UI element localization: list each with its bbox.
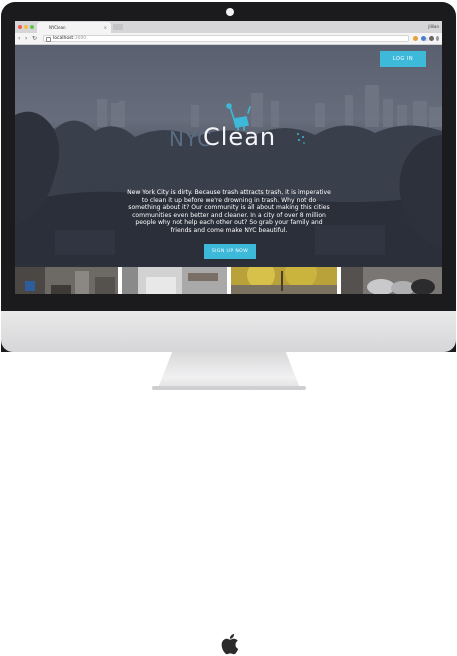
- url-port: :3000: [73, 36, 87, 41]
- forward-icon[interactable]: ›: [25, 35, 27, 42]
- close-window-icon[interactable]: [18, 25, 22, 29]
- trash-bags-photo[interactable]: [341, 267, 442, 294]
- browser-toolbar: ‹ › ↻ localhost:3000 ☆: [15, 33, 442, 45]
- autumn-tree-photo[interactable]: [231, 267, 337, 294]
- sparkle-icon: [297, 133, 305, 144]
- maximize-window-icon[interactable]: [30, 25, 34, 29]
- apple-logo-icon: [221, 634, 239, 655]
- tab-strip: NYClean × Jillian: [15, 21, 442, 33]
- tab-title: NYClean: [49, 25, 66, 30]
- login-button[interactable]: LOG IN: [380, 51, 426, 67]
- tab-close-icon[interactable]: ×: [104, 22, 107, 33]
- url-host: localhost: [53, 36, 74, 41]
- extension-icon[interactable]: [429, 36, 434, 41]
- new-tab-button[interactable]: [113, 24, 123, 30]
- street-trash-photo[interactable]: [15, 267, 118, 294]
- monitor-stand-base: [152, 386, 306, 390]
- mission-statement: New York City is dirty. Because trash at…: [127, 189, 331, 234]
- browser-tab[interactable]: NYClean ×: [37, 22, 111, 33]
- browser-window: NYClean × Jillian ‹ › ↻ localhost:3000 ☆: [15, 21, 442, 294]
- extension-icon[interactable]: [413, 36, 418, 41]
- signup-button[interactable]: SIGN UP NOW: [204, 244, 256, 259]
- nyclean-logo: NYC Clean: [169, 103, 309, 159]
- page-info-icon[interactable]: [46, 37, 51, 42]
- reload-icon[interactable]: ↻: [32, 35, 37, 42]
- back-icon[interactable]: ‹: [18, 35, 20, 42]
- address-bar[interactable]: localhost:3000 ☆: [43, 35, 428, 43]
- web-page: LOG IN NYC Clean New York City is dirty.…: [15, 45, 442, 294]
- logo-clean-text: Clean: [203, 123, 277, 151]
- extension-icon[interactable]: [421, 36, 426, 41]
- monitor-chin: [1, 311, 456, 655]
- profile-name[interactable]: Jillian: [428, 21, 439, 33]
- snowy-street-photo[interactable]: [122, 267, 227, 294]
- monitor-stand: [158, 352, 300, 388]
- minimize-window-icon[interactable]: [24, 25, 28, 29]
- photo-gallery: [15, 267, 442, 294]
- camera-icon: [226, 8, 234, 16]
- menu-icon[interactable]: [436, 36, 439, 41]
